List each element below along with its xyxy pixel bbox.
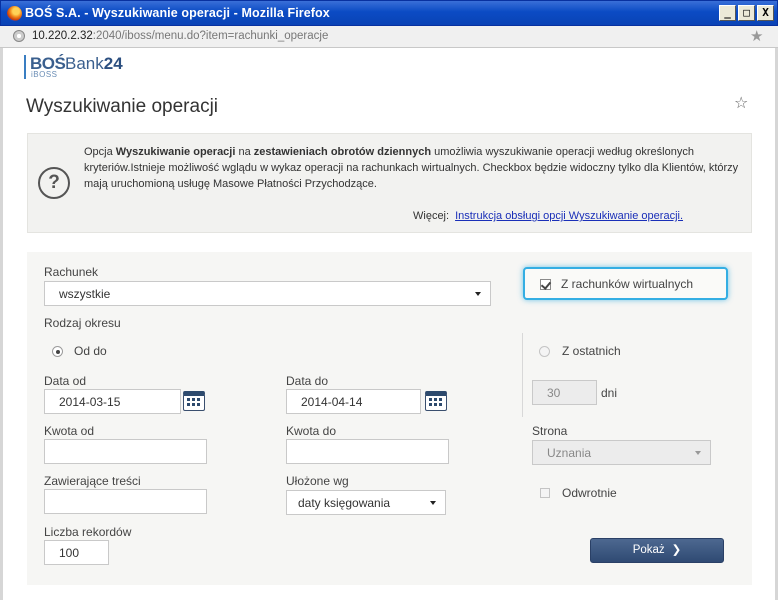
instruction-link[interactable]: Instrukcja obsługi opcji Wyszukiwanie op… [455,210,683,222]
url-text[interactable]: 10.220.2.32:2040/iboss/menu.do?item=rach… [32,30,328,42]
chevron-right-icon: ❯ [671,544,682,556]
radio-from-to[interactable] [52,346,63,357]
reverse-checkbox[interactable] [540,488,550,498]
date-from-label: Data od [44,374,87,388]
account-select[interactable]: wszystkie [44,281,491,306]
firefox-icon [7,6,22,21]
info-box: ? Opcja Wyszukiwanie operacji na zestawi… [27,133,752,233]
chevron-down-icon [695,451,701,455]
calendar-icon[interactable] [425,391,447,411]
maximize-button[interactable]: □ [738,5,755,21]
close-button[interactable]: X [757,5,774,21]
side-select[interactable]: Uznania [532,440,711,465]
amount-to-label: Kwota do [286,424,337,438]
page-title: Wyszukiwanie operacji [26,96,219,117]
window-titlebar: BOŚ S.A. - Wyszukiwanie operacji - Mozil… [0,0,778,26]
sort-select[interactable]: daty księgowania [286,490,446,515]
favorite-star-icon[interactable]: ☆ [734,93,748,113]
question-icon: ? [38,167,70,199]
days-input[interactable]: 30 [532,380,597,405]
checkbox-checked[interactable] [540,279,551,290]
window-title: BOŚ S.A. - Wyszukiwanie operacji - Mozil… [25,6,330,20]
contains-label: Zawierające treści [44,474,141,488]
bookmark-star-icon[interactable]: ★ [750,27,763,45]
minimize-button[interactable]: _ [719,5,736,21]
info-text: Opcja Wyszukiwanie operacji na zestawien… [84,146,739,190]
contains-input[interactable] [44,489,207,514]
chevron-down-icon [430,501,436,505]
period-type-label: Rodzaj okresu [44,316,121,330]
more-info: Więcej: Instrukcja obsługi opcji Wyszukiw… [413,210,684,222]
show-button[interactable]: Pokaż ❯ [590,538,724,563]
radio-from-to-label: Od do [74,344,107,358]
radio-last[interactable] [539,346,550,357]
reverse-label: Odwrotnie [562,486,617,500]
records-label: Liczba rekordów [44,525,132,539]
amount-to-input[interactable] [286,439,449,464]
date-to-label: Data do [286,374,329,388]
amount-from-label: Kwota od [44,424,95,438]
amount-from-input[interactable] [44,439,207,464]
account-label: Rachunek [44,265,99,279]
calendar-icon[interactable] [183,391,205,411]
date-from-input[interactable]: 2014-03-15 [44,389,181,414]
sort-label: Ułożone wg [286,474,349,488]
side-label: Strona [532,424,568,438]
radio-last-label: Z ostatnich [562,344,621,358]
globe-icon [13,30,25,42]
virtual-accounts-checkbox[interactable]: Z rachunków wirtualnych [523,267,728,300]
chevron-down-icon [475,292,481,296]
days-label: dni [601,386,618,400]
address-bar[interactable]: 10.220.2.32:2040/iboss/menu.do?item=rach… [0,26,778,48]
divider [522,333,523,417]
records-input[interactable]: 100 [44,540,109,565]
date-to-input[interactable]: 2014-04-14 [286,389,421,414]
